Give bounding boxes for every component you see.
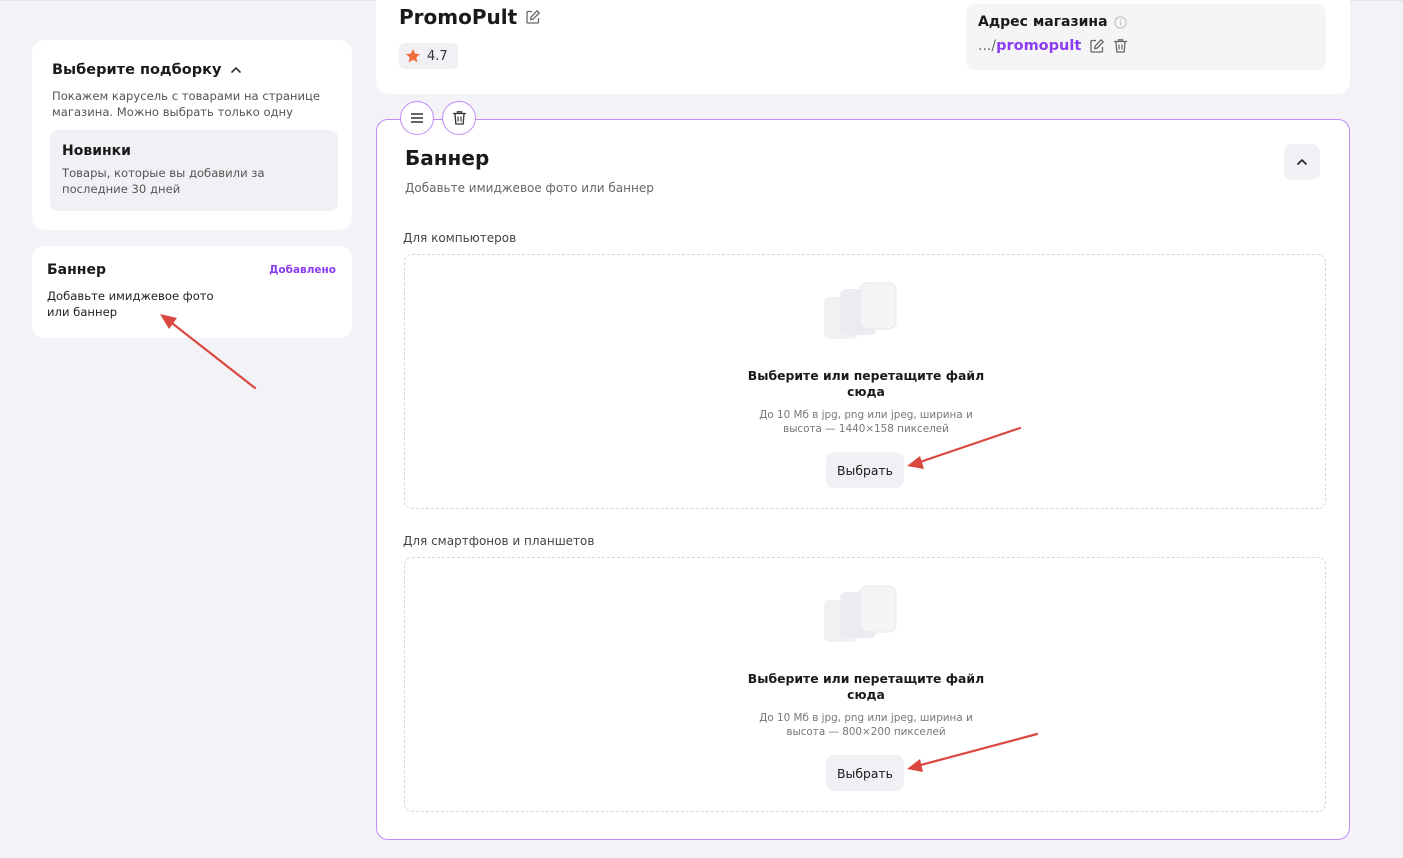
rating-value: 4.7 bbox=[427, 48, 448, 64]
banner-editor: Баннер Добавьте имиджевое фото или банне… bbox=[376, 119, 1350, 840]
edit-icon[interactable] bbox=[525, 9, 541, 25]
mobile-drop-title: Выберите или перетащите файл сюда bbox=[747, 671, 985, 702]
chevron-up-icon[interactable] bbox=[229, 63, 243, 77]
banner-block-description: Добавьте имиджевое фото или баннер bbox=[47, 289, 214, 319]
store-address-url[interactable]: .../ promopult bbox=[978, 38, 1081, 54]
drag-handle-button[interactable] bbox=[400, 101, 434, 135]
collection-option-new[interactable]: Новинки Товары, которые вы добавили за п… bbox=[50, 130, 338, 211]
store-name-row: PromoPult bbox=[399, 5, 541, 29]
trash-icon bbox=[452, 111, 466, 125]
banner-block-title: Баннер bbox=[47, 262, 106, 278]
drag-handle-icon bbox=[411, 113, 423, 123]
collection-option-title: Новинки bbox=[62, 143, 131, 159]
mobile-drop-hint: До 10 Мб в jpg, png или jpeg, ширина и в… bbox=[759, 712, 973, 738]
store-name: PromoPult bbox=[399, 5, 518, 29]
editor-description: Добавьте имиджевое фото или баннер bbox=[405, 181, 654, 195]
desktop-section-label: Для компьютеров bbox=[403, 231, 517, 245]
store-header-card: PromoPult 4.7 Адрес магазина .../ promop… bbox=[376, 0, 1350, 94]
store-address-slug: promopult bbox=[996, 38, 1082, 54]
rating-badge: 4.7 bbox=[399, 43, 458, 69]
delete-block-button[interactable] bbox=[442, 101, 476, 135]
desktop-drop-hint: До 10 Мб в jpg, png или jpeg, ширина и в… bbox=[759, 409, 973, 435]
collection-picker-card: Выберите подборку Покажем карусель с тов… bbox=[32, 40, 352, 230]
collection-picker-description: Покажем карусель с товарами на странице … bbox=[52, 89, 321, 119]
edit-icon[interactable] bbox=[1089, 38, 1105, 54]
star-icon bbox=[406, 49, 420, 63]
collection-option-description: Товары, которые вы добавили за последние… bbox=[62, 166, 265, 196]
editor-tools bbox=[400, 101, 476, 135]
store-address-box: Адрес магазина .../ promopult bbox=[966, 4, 1326, 70]
store-address-label: Адрес магазина bbox=[978, 14, 1108, 30]
image-placeholder-icon bbox=[824, 282, 897, 339]
store-address-prefix: .../ bbox=[978, 38, 997, 54]
mobile-section-label: Для смартфонов и планшетов bbox=[403, 534, 595, 548]
mobile-choose-button[interactable]: Выбрать bbox=[826, 755, 904, 791]
info-icon[interactable] bbox=[1113, 15, 1127, 29]
desktop-dropzone[interactable]: Выберите или перетащите файл сюда До 10 … bbox=[404, 254, 1326, 509]
desktop-choose-button[interactable]: Выбрать bbox=[826, 452, 904, 488]
collection-picker-header[interactable]: Выберите подборку bbox=[52, 62, 332, 78]
image-placeholder-icon bbox=[824, 585, 897, 642]
chevron-up-icon bbox=[1297, 159, 1307, 165]
collapse-button[interactable] bbox=[1284, 144, 1320, 180]
added-badge: Добавлено bbox=[269, 264, 336, 276]
mobile-dropzone[interactable]: Выберите или перетащите файл сюда До 10 … bbox=[404, 557, 1326, 812]
trash-icon[interactable] bbox=[1113, 38, 1128, 54]
banner-block-card[interactable]: Баннер Добавлено Добавьте имиджевое фото… bbox=[32, 246, 352, 338]
collection-picker-title: Выберите подборку bbox=[52, 62, 222, 78]
desktop-drop-title: Выберите или перетащите файл сюда bbox=[747, 368, 985, 399]
editor-title: Баннер bbox=[405, 146, 490, 170]
